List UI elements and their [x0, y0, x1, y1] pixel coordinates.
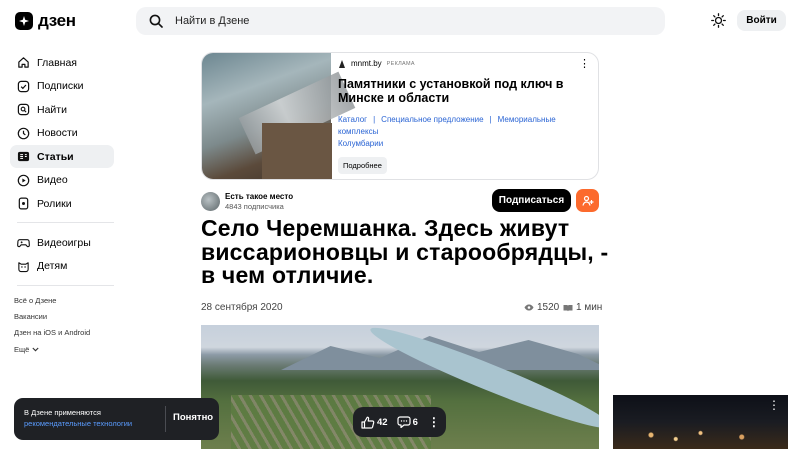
subscribe-button[interactable]: Подписаться: [492, 189, 571, 212]
sidebar-item-videogames[interactable]: Видеоигры: [10, 231, 114, 254]
theme-toggle-sun-icon[interactable]: [711, 13, 726, 28]
person-icon: [581, 195, 593, 206]
article-actions-bar: 42 6 ⋮: [353, 407, 446, 437]
chevron-down-icon: [32, 347, 39, 352]
search-bar[interactable]: Найти в Дзене: [136, 7, 665, 35]
sidebar-item-label: Ролики: [37, 197, 72, 210]
notice-text: В Дзене применяются рекомендательные тех…: [24, 408, 132, 429]
search-input[interactable]: Найти в Дзене: [175, 15, 249, 27]
dzen-logo-icon: [15, 12, 33, 30]
ad-link-separator: |: [373, 115, 376, 124]
views-count: 1520: [537, 302, 560, 313]
sidebar-item-label: Видео: [37, 174, 68, 186]
video-icon: [17, 174, 30, 186]
search-icon: [149, 14, 163, 28]
notice-ok-button[interactable]: Понятно: [173, 412, 213, 423]
search-icon: [17, 103, 30, 116]
ad-source: mnmt.by РЕКЛАМА: [338, 59, 594, 68]
sidebar-item-label: Подписки: [37, 80, 84, 92]
ad-links: Каталог | Специальное предложение | Мемориал…: [338, 114, 594, 150]
notice-text-line: В Дзене применяются: [24, 408, 101, 417]
sidebar-footer: Всё о Дзене Вакансии Дзен на iOS и Andro…: [14, 292, 90, 357]
sidebar-divider: [17, 222, 114, 223]
channel-avatar[interactable]: [201, 192, 220, 211]
sidebar-item-video[interactable]: Видео: [10, 169, 114, 192]
eye-icon: [524, 304, 534, 311]
notice-divider: [165, 406, 166, 432]
recommendations-notice: В Дзене применяются рекомендательные тех…: [14, 398, 219, 440]
book-icon: [563, 304, 573, 311]
ad-link-separator: |: [489, 115, 492, 124]
ad-source-name: mnmt.by: [351, 59, 382, 68]
ad-link[interactable]: Каталог: [338, 115, 367, 124]
news-icon: [17, 127, 30, 139]
gamepad-icon: [17, 239, 30, 248]
sidebar-item-news[interactable]: Новости: [10, 122, 114, 145]
channel-name[interactable]: Есть такое место: [225, 192, 293, 201]
kids-icon: [18, 261, 29, 272]
read-time-value: 1 мин: [576, 302, 603, 313]
comments-button[interactable]: 6: [396, 416, 418, 428]
notice-link[interactable]: рекомендательные технологии: [24, 419, 132, 428]
sidebar-item-articles[interactable]: Статьи: [10, 145, 114, 168]
more-options-icon[interactable]: ⋮: [428, 415, 440, 429]
ad-more-button[interactable]: Подробнее: [338, 157, 387, 174]
ad-link[interactable]: Колумбарии: [338, 139, 383, 148]
sidebar-item-label: Статьи: [37, 150, 74, 163]
logo-text: дзен: [38, 11, 76, 30]
sidebar-item-label: Главная: [37, 56, 77, 69]
article-views: 1520: [524, 302, 559, 313]
channel-action-button[interactable]: [576, 189, 599, 212]
footer-link-more[interactable]: Ещё: [14, 341, 90, 357]
dzen-logo[interactable]: дзен: [15, 11, 76, 31]
home-icon: [18, 57, 29, 68]
article-date: 28 сентября 2020: [201, 302, 283, 313]
likes-count: 42: [377, 416, 388, 428]
ad-link[interactable]: Специальное предложение: [381, 115, 483, 124]
ad-source-icon: [339, 59, 345, 68]
sidebar-item-kids[interactable]: Детям: [10, 255, 114, 278]
login-button[interactable]: Войти: [737, 10, 786, 31]
thumbs-up-icon: [361, 416, 375, 429]
sidebar-item-label: Новости: [37, 127, 78, 139]
shorts-icon: [18, 197, 29, 210]
ad-body: mnmt.by РЕКЛАМА Памятники с установкой п…: [338, 59, 594, 150]
more-options-icon[interactable]: ⋮: [768, 399, 780, 411]
footer-link-apps[interactable]: Дзен на iOS и Android: [14, 325, 90, 341]
sidebar-item-label: Видеоигры: [37, 236, 91, 249]
articles-icon: [17, 151, 30, 162]
footer-more-label: Ещё: [14, 344, 30, 354]
article-read-time: 1 мин: [563, 302, 602, 313]
sidebar-item-find[interactable]: Найти: [10, 98, 114, 121]
article-title: Село Черемшанка. Здесь живут виссарионов…: [201, 215, 609, 288]
footer-link-vacancies[interactable]: Вакансии: [14, 308, 90, 324]
subscriptions-icon: [17, 80, 30, 92]
sidebar-item-label: Детям: [37, 260, 68, 272]
comments-count: 6: [412, 416, 418, 428]
like-button[interactable]: 42: [361, 416, 388, 429]
sidebar-item-label: Найти: [37, 103, 67, 116]
ad-card[interactable]: mnmt.by РЕКЛАМА Памятники с установкой п…: [201, 52, 599, 180]
footer-link-about[interactable]: Всё о Дзене: [14, 292, 90, 308]
ad-image: [202, 53, 332, 179]
channel-subscribers: 4843 подписчика: [225, 202, 284, 211]
ad-title[interactable]: Памятники с установкой под ключ в Минске…: [338, 77, 594, 105]
ad-tag: РЕКЛАМА: [386, 60, 415, 67]
video-preview[interactable]: ⋮: [613, 395, 788, 449]
sidebar-divider: [17, 284, 114, 286]
sidebar-item-shorts[interactable]: Ролики: [10, 192, 114, 215]
sidebar-item-home[interactable]: Главная: [10, 51, 114, 74]
sidebar-nav: Главная Подписки Найти Новости Статьи Ви…: [10, 51, 114, 294]
more-options-icon[interactable]: ⋮: [579, 59, 590, 70]
comment-icon: [396, 416, 411, 428]
sidebar-item-subscriptions[interactable]: Подписки: [10, 75, 114, 98]
